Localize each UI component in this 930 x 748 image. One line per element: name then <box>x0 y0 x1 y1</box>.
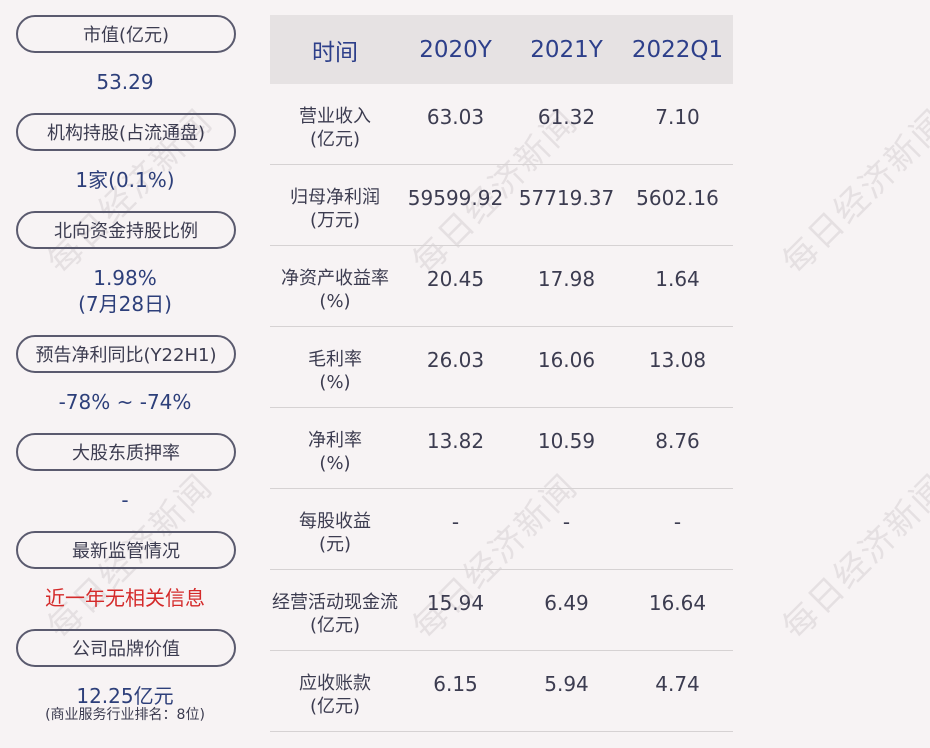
market-cap-label: 市值(亿元) <box>16 15 236 53</box>
cell-value: 6.15 <box>433 672 478 696</box>
row-label: 归母净利润 (万元) <box>290 187 380 231</box>
table-row: 净资产收益率 (%) 20.45 17.98 1.64 <box>270 246 733 327</box>
row-label: 净利率 (%) <box>308 430 362 474</box>
cell-value: 5.94 <box>544 672 589 696</box>
cell-value: 57719.37 <box>518 186 615 210</box>
northbound-ratio-value: 1.98% <box>93 266 157 290</box>
cell-value: 16.06 <box>537 348 596 372</box>
institutional-holding-value: 1家(0.1%) <box>75 168 175 192</box>
cell-value: 5602.16 <box>636 186 719 210</box>
cell-value: 13.08 <box>648 348 707 372</box>
table-row: 净利率 (%) 13.82 10.59 8.76 <box>270 408 733 489</box>
financial-table: 时间 2020Y 2021Y 2022Q1 营业收入 (亿元) 63.03 61.… <box>270 15 733 732</box>
profit-forecast-label: 预告净利同比(Y22H1) <box>16 335 236 373</box>
table-row: 经营活动现金流 (亿元) 15.94 6.49 16.64 <box>270 570 733 651</box>
cell-value: 15.94 <box>426 591 485 615</box>
cell-value: 17.98 <box>537 267 596 291</box>
cell-value: 20.45 <box>426 267 485 291</box>
cell-value: 63.03 <box>426 105 485 129</box>
watermark-text: 每日经济新闻 <box>774 466 930 648</box>
cell-value: 61.32 <box>537 105 596 129</box>
profit-forecast-value: -78% ~ -74% <box>58 390 192 414</box>
table-row: 营业收入 (亿元) 63.03 61.32 7.10 <box>270 84 733 165</box>
cell-value: 7.10 <box>655 105 700 129</box>
cell-value: 59599.92 <box>407 186 504 210</box>
table-header: 时间 2020Y 2021Y 2022Q1 <box>270 15 733 84</box>
brand-value-label: 公司品牌价值 <box>16 629 236 667</box>
table-row: 毛利率 (%) 26.03 16.06 13.08 <box>270 327 733 408</box>
market-cap-value: 53.29 <box>96 70 154 94</box>
cell-value: - <box>451 510 460 534</box>
pledge-ratio-label: 大股东质押率 <box>16 433 236 471</box>
row-label: 毛利率 (%) <box>308 349 362 393</box>
cell-value: 4.74 <box>655 672 700 696</box>
cell-value: 26.03 <box>426 348 485 372</box>
northbound-ratio-date: (7月28日) <box>78 292 172 316</box>
header-period: 时间 <box>312 39 358 66</box>
row-label: 应收账款 (亿元) <box>299 673 371 717</box>
cell-value: - <box>562 510 571 534</box>
header-2020y: 2020Y <box>419 36 492 63</box>
row-label: 经营活动现金流 (亿元) <box>272 592 398 636</box>
table-row: 归母净利润 (万元) 59599.92 57719.37 5602.16 <box>270 165 733 246</box>
table-row: 每股收益 (元) - - - <box>270 489 733 570</box>
pledge-ratio-value: - <box>121 488 129 512</box>
regulatory-status-value: 近一年无相关信息 <box>45 586 205 610</box>
key-metrics-panel: 市值(亿元) 53.29 机构持股(占流通盘) 1家(0.1%) 北向资金持股比… <box>0 0 250 748</box>
cell-value: 10.59 <box>537 429 596 453</box>
cell-value: 6.49 <box>544 591 589 615</box>
institutional-holding-label: 机构持股(占流通盘) <box>16 113 236 151</box>
brand-value-rank: (商业服务行业排名：8位) <box>45 707 205 723</box>
cell-value: - <box>673 510 682 534</box>
cell-value: 8.76 <box>655 429 700 453</box>
table-row: 应收账款 (亿元) 6.15 5.94 4.74 <box>270 651 733 732</box>
cell-value: 13.82 <box>426 429 485 453</box>
row-label: 净资产收益率 (%) <box>281 268 389 312</box>
header-2022q1: 2022Q1 <box>631 36 724 63</box>
cell-value: 16.64 <box>648 591 707 615</box>
brand-value-value: 12.25亿元 <box>76 684 174 708</box>
watermark-text: 每日经济新闻 <box>774 101 930 283</box>
regulatory-status-label: 最新监管情况 <box>16 531 236 569</box>
northbound-ratio-label: 北向资金持股比例 <box>16 211 236 249</box>
cell-value: 1.64 <box>655 267 700 291</box>
row-label: 每股收益 (元) <box>299 511 371 555</box>
row-label: 营业收入 (亿元) <box>299 106 371 150</box>
header-2021y: 2021Y <box>530 36 603 63</box>
